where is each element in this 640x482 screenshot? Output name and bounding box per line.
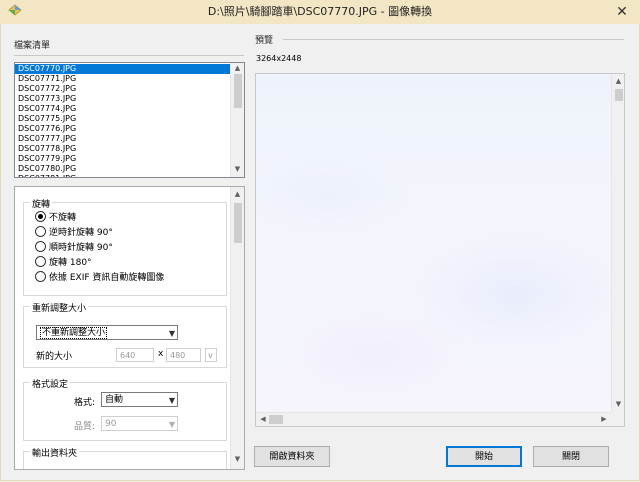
resize-group: 重新調整大小 不重新調整大小 ▼ 新的大小 640 x 480 v	[23, 301, 227, 368]
rotation-group: 旋轉 不旋轉逆時針旋轉 90° 順時針旋轉 90° 旋轉 180° 依據 EXIF 資…	[23, 197, 227, 296]
radio-button[interactable]	[35, 241, 46, 252]
file-list-item[interactable]: DSC07771.JPG	[15, 74, 230, 84]
times-sign: x	[158, 349, 164, 359]
rotation-title: 旋轉	[30, 197, 53, 210]
file-list-heading: 檔案清單	[14, 41, 51, 51]
divider	[283, 39, 624, 40]
file-list-item[interactable]: DSC07780.JPG	[15, 164, 230, 174]
scroll-left-icon[interactable]: ◀	[258, 415, 268, 423]
rotation-option[interactable]: 依據 EXIF 資訊自動旋轉圖像	[35, 271, 164, 284]
format-value: 自動	[105, 395, 124, 405]
file-list-item[interactable]: DSC07778.JPG	[15, 144, 230, 154]
radio-button[interactable]	[35, 211, 46, 222]
quality-select[interactable]: 90 ▼	[101, 416, 178, 431]
rotation-option-label: 順時針旋轉 90°	[49, 243, 113, 253]
height-input[interactable]: 480	[166, 348, 201, 362]
file-list-item[interactable]: DSC07776.JPG	[15, 124, 230, 134]
format-select[interactable]: 自動 ▼	[101, 392, 178, 407]
divider	[14, 55, 244, 56]
file-list-item[interactable]: DSC07779.JPG	[15, 154, 230, 164]
radio-button[interactable]	[35, 271, 46, 282]
file-list-item[interactable]: DSC07781.JPG	[15, 174, 230, 177]
scroll-down-icon[interactable]: ▼	[612, 400, 624, 408]
preview-vertical-scrollbar[interactable]: ▲ ▼	[611, 74, 624, 412]
preview-heading: 預覽	[255, 36, 274, 46]
preview-image	[256, 74, 611, 412]
rotation-option-label: 旋轉 180°	[49, 258, 92, 268]
scroll-thumb[interactable]	[615, 89, 623, 101]
chevron-down-icon: ▼	[168, 420, 175, 429]
rotation-option-label: 逆時針旋轉 90°	[49, 228, 113, 238]
scroll-up-icon[interactable]: ▲	[612, 77, 624, 85]
output-folder-title: 輸出資料夾	[30, 446, 80, 459]
unit-dropdown[interactable]: v	[205, 348, 217, 362]
settings-scrollbar[interactable]: ▲ ▼	[230, 187, 244, 469]
radio-button[interactable]	[35, 256, 46, 267]
file-list-item[interactable]: DSC07774.JPG	[15, 104, 230, 114]
image-dimensions: 3264x2448	[256, 54, 302, 63]
radio-button[interactable]	[35, 226, 46, 237]
resize-mode-select[interactable]: 不重新調整大小 ▼	[36, 325, 178, 340]
scroll-corner	[611, 412, 624, 426]
new-size-label: 新的大小	[36, 352, 73, 362]
open-folder-button[interactable]: 開啟資料夾	[254, 446, 330, 467]
quality-value: 90	[105, 419, 117, 429]
file-list-items: DSC07770.JPG DSC07771.JPG DSC07772.JPG DSC0…	[15, 64, 230, 177]
file-list-item[interactable]: DSC07772.JPG	[15, 84, 230, 94]
chevron-down-icon: ▼	[168, 396, 175, 405]
rotation-option[interactable]: 順時針旋轉 90°	[35, 241, 113, 254]
format-title: 格式設定	[30, 377, 71, 390]
close-icon: ✕	[616, 4, 628, 20]
rotation-option[interactable]: 不旋轉	[35, 211, 76, 224]
scroll-up-icon[interactable]: ▲	[231, 64, 244, 72]
scroll-right-icon[interactable]: ▶	[599, 415, 609, 423]
settings-panel: 旋轉 不旋轉逆時針旋轉 90° 順時針旋轉 90° 旋轉 180° 依據 EXIF 資…	[14, 186, 245, 470]
scroll-up-icon[interactable]: ▲	[231, 190, 244, 198]
rotation-option[interactable]: 逆時針旋轉 90°	[35, 226, 113, 239]
close-window-button[interactable]: ✕	[614, 4, 630, 20]
scroll-down-icon[interactable]: ▼	[231, 455, 244, 463]
chevron-down-icon: ▼	[168, 329, 175, 338]
close-button[interactable]: 關閉	[533, 446, 609, 467]
window-title: D:\照片\騎腳踏車\DSC07770.JPG - 圖像轉換	[207, 5, 433, 18]
file-list-item[interactable]: DSC07775.JPG	[15, 114, 230, 124]
file-list-scrollbar[interactable]: ▲ ▼	[230, 63, 244, 177]
width-input[interactable]: 640	[116, 348, 154, 362]
format-label: 格式:	[74, 398, 96, 408]
scroll-thumb[interactable]	[234, 74, 242, 108]
preview-horizontal-scrollbar[interactable]: ◀ ▶	[256, 412, 611, 426]
quality-label: 品質:	[74, 422, 96, 432]
format-group: 格式設定 格式: 自動 ▼ 品質: 90 ▼	[23, 377, 227, 441]
rotation-option-label: 不旋轉	[49, 213, 77, 223]
scroll-down-icon[interactable]: ▼	[231, 165, 244, 173]
file-list[interactable]: DSC07770.JPG DSC07771.JPG DSC07772.JPG DSC0…	[14, 62, 245, 178]
title-bar: D:\照片\騎腳踏車\DSC07770.JPG - 圖像轉換 ✕	[0, 0, 640, 25]
file-list-item[interactable]: DSC07777.JPG	[15, 134, 230, 144]
resize-mode-value: 不重新調整大小	[40, 327, 108, 339]
resize-title: 重新調整大小	[30, 301, 89, 314]
start-button[interactable]: 開始	[446, 446, 522, 467]
scroll-thumb[interactable]	[234, 203, 242, 243]
preview-pane[interactable]: ▲ ▼ ◀ ▶	[255, 73, 625, 427]
rotation-option[interactable]: 旋轉 180°	[35, 256, 92, 269]
rotation-option-label: 依據 EXIF 資訊自動旋轉圖像	[49, 273, 165, 283]
file-list-item[interactable]: DSC07770.JPG	[15, 64, 230, 74]
output-folder-group: 輸出資料夾	[23, 446, 227, 469]
scroll-thumb[interactable]	[269, 415, 283, 424]
file-list-item[interactable]: DSC07773.JPG	[15, 94, 230, 104]
